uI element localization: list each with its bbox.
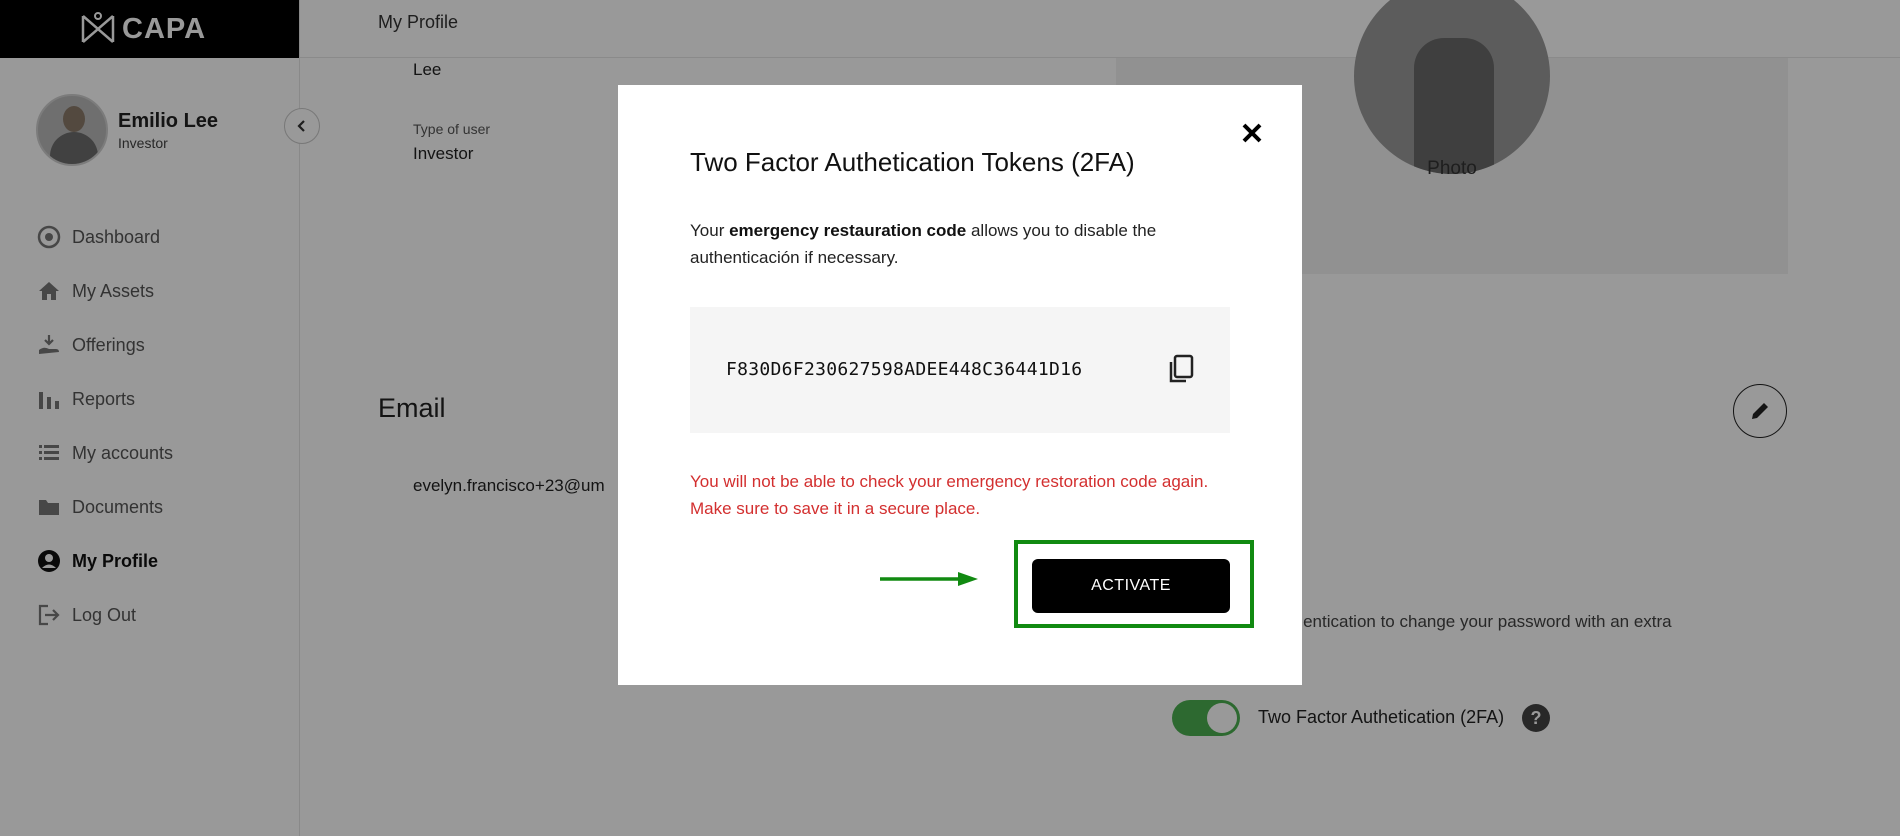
twofa-tokens-modal: Two Factor Authetication Tokens (2FA) Yo…	[618, 85, 1302, 685]
modal-description-bold: emergency restauration code	[729, 221, 967, 240]
copy-icon[interactable]	[1166, 353, 1196, 385]
emergency-code: F830D6F230627598ADEE448C36441D16	[726, 359, 1083, 380]
modal-warning: You will not be able to check your emerg…	[690, 472, 1209, 518]
code-box: F830D6F230627598ADEE448C36441D16	[690, 307, 1230, 433]
modal-description-prefix: Your	[690, 221, 730, 240]
arrow-right-icon	[880, 572, 978, 586]
activate-button[interactable]: ACTIVATE	[1032, 559, 1230, 613]
modal-description: Your emergency restauration code allows …	[690, 217, 1210, 271]
modal-title: Two Factor Authetication Tokens (2FA)	[690, 147, 1135, 177]
close-icon	[1242, 123, 1262, 143]
close-button[interactable]	[1236, 117, 1268, 149]
